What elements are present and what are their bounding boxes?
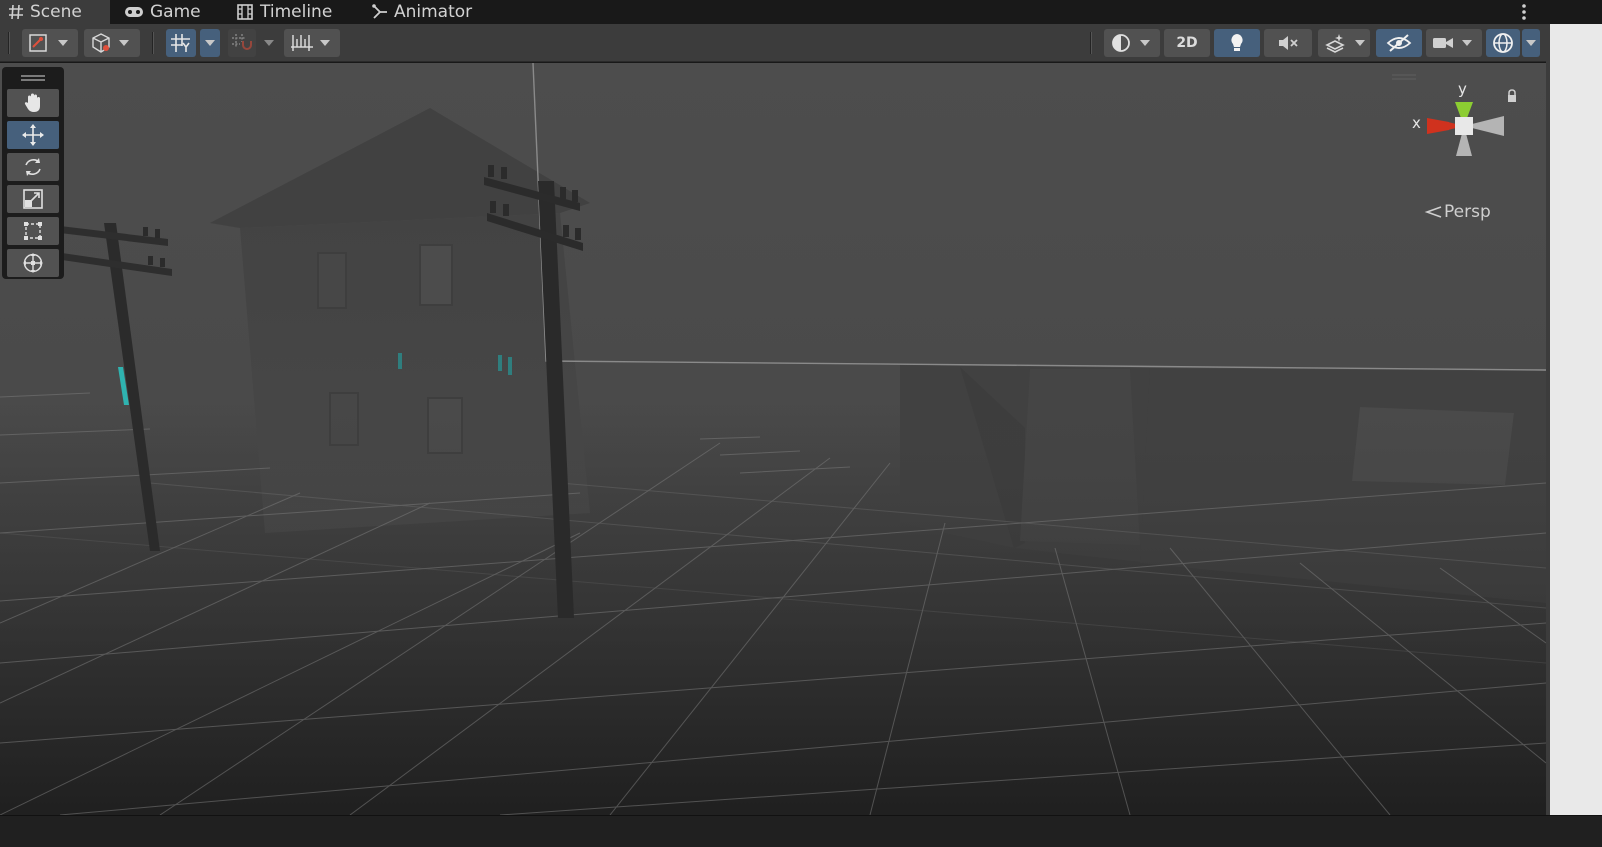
draw-mode-icon — [29, 34, 47, 52]
effects-icon — [1325, 34, 1345, 53]
rotate-tool[interactable] — [7, 153, 59, 181]
toolbar-grip — [8, 32, 10, 54]
snap-chevron-down-icon[interactable] — [260, 29, 278, 57]
grid-snap-icon — [171, 34, 190, 52]
gizmos-chevron-down-icon[interactable] — [1522, 29, 1540, 57]
tab-animator-label: Animator — [394, 2, 473, 22]
rotate-icon — [25, 158, 41, 176]
gizmos-toggle[interactable] — [1486, 29, 1520, 57]
shading-chevron-down-icon[interactable] — [115, 29, 133, 57]
scene-toolbar: 2D — [0, 24, 1578, 62]
projection-toggle[interactable]: Persp — [1424, 202, 1491, 222]
side-panel-edge — [1546, 24, 1602, 815]
scale-tool[interactable] — [7, 185, 59, 213]
scene-visibility-toggle[interactable] — [1376, 29, 1422, 57]
shading-cube-icon — [92, 33, 110, 53]
film-icon — [237, 4, 253, 20]
projection-label: Persp — [1444, 202, 1491, 222]
hand-icon — [24, 93, 40, 112]
scene-render[interactable] — [0, 63, 1546, 815]
2d-toggle[interactable]: 2D — [1164, 29, 1210, 57]
unity-scene-window: Scene Game Timeline Animator 2D y x Pers… — [0, 0, 1602, 847]
gizmo-center-cube[interactable] — [1455, 117, 1473, 135]
effects-chevron-down-icon[interactable] — [1351, 29, 1369, 57]
ruler-chevron-down-icon[interactable] — [316, 29, 334, 57]
palette-drag-handle[interactable] — [20, 74, 46, 82]
tab-scene[interactable]: Scene — [0, 0, 110, 24]
toolbar-grip — [152, 32, 154, 54]
audio-toggle[interactable] — [1264, 29, 1312, 57]
more-options-icon[interactable] — [1520, 2, 1528, 22]
hash-icon — [9, 4, 23, 20]
perspective-chevron-icon — [1424, 206, 1442, 218]
grid-visibility-button[interactable] — [166, 29, 196, 57]
camera-chevron-down-icon[interactable] — [1458, 29, 1476, 57]
tab-game[interactable]: Game — [124, 0, 224, 24]
lighting-bulb-icon — [1231, 34, 1243, 51]
hand-tool[interactable] — [7, 89, 59, 117]
ruler-icon — [291, 35, 313, 51]
gizmos-icon — [1493, 33, 1513, 53]
lock-icon[interactable] — [1506, 89, 1518, 103]
toolbar-grip — [1090, 32, 1092, 54]
gizmo-x-label: x — [1412, 114, 1421, 132]
scene-visibility-icon — [1386, 34, 1412, 52]
move-tool[interactable] — [7, 121, 59, 149]
render-chevron-down-icon[interactable] — [1136, 29, 1154, 57]
gizmo-x-axis[interactable] — [1427, 118, 1449, 134]
tab-timeline-label: Timeline — [260, 2, 333, 22]
tab-scene-label: Scene — [30, 2, 82, 22]
tab-animator[interactable]: Animator — [372, 0, 492, 24]
tab-game-label: Game — [150, 2, 201, 22]
viewport-border — [1546, 24, 1550, 815]
grid-chevron-down-icon[interactable] — [200, 29, 220, 57]
gizmo-y-label: y — [1458, 80, 1467, 98]
rect-tool[interactable] — [7, 217, 59, 245]
tab-bar: Scene Game Timeline Animator — [0, 0, 1602, 24]
status-bar — [0, 815, 1602, 847]
move-arrows-icon — [22, 124, 44, 146]
draw-mode-chevron-down-icon[interactable] — [54, 29, 72, 57]
animator-icon — [372, 4, 387, 19]
2d-toggle-label: 2D — [1176, 35, 1198, 51]
scale-icon — [23, 189, 43, 209]
transform-tool[interactable] — [7, 249, 59, 277]
rect-transform-icon — [24, 222, 42, 240]
audio-mute-icon — [1279, 36, 1298, 50]
increment-snap-icon — [232, 34, 252, 50]
scene-viewport[interactable]: y x Persp — [0, 63, 1546, 815]
transform-icon — [23, 253, 43, 273]
tab-timeline[interactable]: Timeline — [236, 0, 356, 24]
camera-icon — [1433, 38, 1453, 48]
scene-lighting-toggle[interactable] — [1214, 29, 1260, 57]
increment-snap-button[interactable] — [228, 29, 256, 57]
render-sphere-icon — [1112, 34, 1130, 52]
gamepad-icon — [125, 7, 143, 17]
tool-palette — [2, 67, 64, 279]
